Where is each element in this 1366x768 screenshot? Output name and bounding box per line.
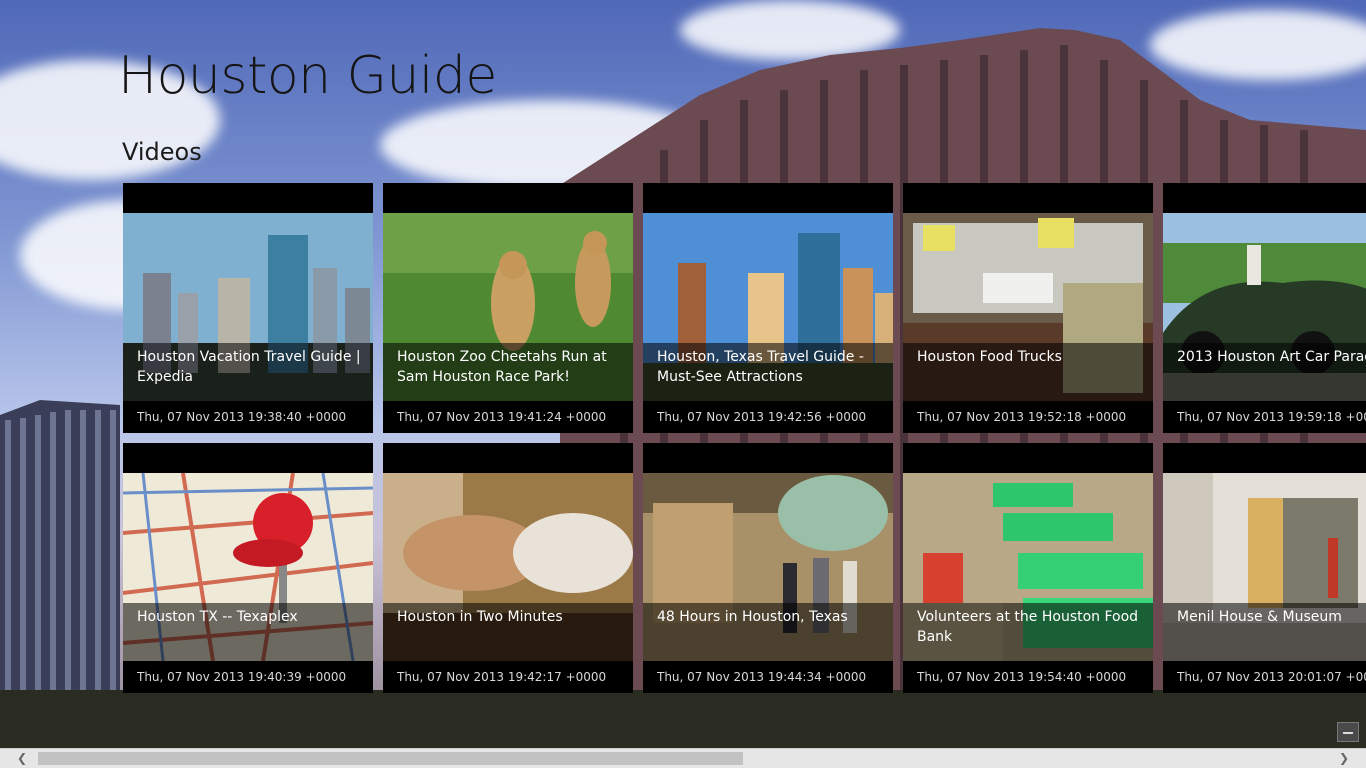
video-title: Houston TX -- Texaplex [137, 609, 298, 625]
video-title: Houston Vacation Travel Guide | Expedia [137, 349, 361, 385]
video-title: 48 Hours in Houston, Texas [657, 609, 848, 625]
section-title-videos[interactable]: Videos [122, 138, 202, 166]
video-tile[interactable]: Menil House & Museum Thu, 07 Nov 2013 20… [1163, 443, 1366, 693]
video-grid: Houston Vacation Travel Guide | Expedia … [123, 183, 1366, 693]
video-title: Houston, Texas Travel Guide - Must-See A… [657, 349, 864, 385]
video-date: Thu, 07 Nov 2013 19:54:40 +0000 [917, 670, 1127, 684]
video-date: Thu, 07 Nov 2013 20:01:07 +0000 [1177, 670, 1366, 684]
scrollbar-thumb[interactable] [38, 752, 743, 765]
app-title: Houston Guide [118, 46, 497, 106]
video-title: Houston Food Trucks [917, 349, 1062, 365]
video-title: 2013 Houston Art Car Parade [1177, 349, 1366, 365]
video-title: Volunteers at the Houston Food Bank [917, 609, 1139, 645]
horizontal-scrollbar[interactable]: ❮ ❯ [0, 748, 1366, 768]
scroll-left-arrow-icon[interactable]: ❮ [4, 749, 40, 768]
video-title: Houston in Two Minutes [397, 609, 563, 625]
video-date: Thu, 07 Nov 2013 19:42:17 +0000 [397, 670, 607, 684]
video-date: Thu, 07 Nov 2013 19:38:40 +0000 [137, 410, 347, 424]
video-title: Menil House & Museum [1177, 609, 1342, 625]
video-date: Thu, 07 Nov 2013 19:41:24 +0000 [397, 410, 607, 424]
video-tile[interactable]: Houston TX -- Texaplex Thu, 07 Nov 2013 … [123, 443, 373, 693]
video-title: Houston Zoo Cheetahs Run at Sam Houston … [397, 349, 607, 385]
video-date: Thu, 07 Nov 2013 19:59:18 +0000 [1177, 410, 1366, 424]
zoom-out-button[interactable] [1337, 722, 1359, 742]
video-date: Thu, 07 Nov 2013 19:40:39 +0000 [137, 670, 347, 684]
video-tile[interactable]: Houston Vacation Travel Guide | Expedia … [123, 183, 373, 433]
scroll-right-arrow-icon[interactable]: ❯ [1326, 749, 1362, 768]
video-date: Thu, 07 Nov 2013 19:44:34 +0000 [657, 670, 867, 684]
video-tile[interactable]: Volunteers at the Houston Food Bank Thu,… [903, 443, 1153, 693]
video-tile[interactable]: Houston in Two Minutes Thu, 07 Nov 2013 … [383, 443, 633, 693]
video-tile[interactable]: Houston Food Trucks Thu, 07 Nov 2013 19:… [903, 183, 1153, 433]
video-tile[interactable]: Houston, Texas Travel Guide - Must-See A… [643, 183, 893, 433]
video-date: Thu, 07 Nov 2013 19:52:18 +0000 [917, 410, 1127, 424]
video-tile[interactable]: Houston Zoo Cheetahs Run at Sam Houston … [383, 183, 633, 433]
video-date: Thu, 07 Nov 2013 19:42:56 +0000 [657, 410, 867, 424]
video-tile[interactable]: 48 Hours in Houston, Texas Thu, 07 Nov 2… [643, 443, 893, 693]
video-tile[interactable]: 2013 Houston Art Car Parade Thu, 07 Nov … [1163, 183, 1366, 433]
